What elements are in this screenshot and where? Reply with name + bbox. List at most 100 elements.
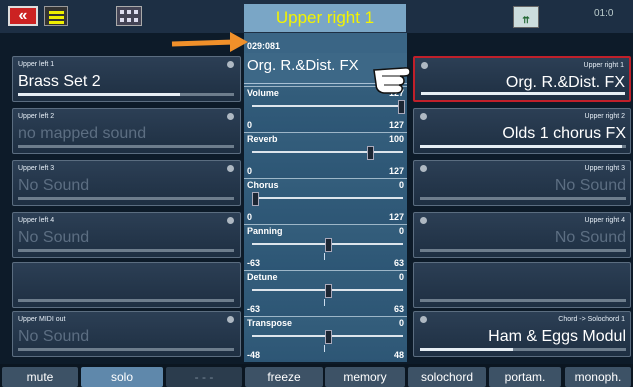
- slot-sound-name: no mapped sound: [18, 125, 147, 142]
- slider-label: Volume: [247, 88, 279, 98]
- slider-min: 0: [247, 120, 253, 130]
- slot-indicator-dot: [227, 61, 234, 68]
- slider-max: 127: [388, 212, 404, 222]
- slot-indicator-dot: [420, 113, 427, 120]
- slider-thumb[interactable]: [398, 100, 405, 114]
- slot-volume-bar: [421, 92, 625, 95]
- slider-center-tick: [324, 253, 325, 260]
- slider-value: 0: [398, 318, 404, 328]
- slot-label: Upper right 3: [584, 165, 625, 172]
- slot-volume-bar: [18, 249, 234, 252]
- slider-min: 0: [247, 212, 253, 222]
- slot-volume-bar: [18, 299, 234, 302]
- slider-max: 48: [393, 350, 404, 360]
- slot-sound-name: Brass Set 2: [18, 73, 101, 90]
- slider-label: Chorus: [247, 180, 279, 190]
- slider-track[interactable]: [252, 151, 403, 153]
- left-sound-slot[interactable]: Upper left 4 No Sound: [12, 212, 241, 258]
- slider-thumb[interactable]: [325, 330, 332, 344]
- slider-panning[interactable]: Panning 0 -63 63: [244, 224, 407, 270]
- slot-indicator-dot: [227, 165, 234, 172]
- blank-button[interactable]: - - -: [166, 367, 242, 387]
- slider-value: 0: [398, 226, 404, 236]
- slot-label: Upper left 2: [18, 113, 55, 120]
- slider-label: Reverb: [247, 134, 278, 144]
- button-mute[interactable]: mute: [2, 367, 78, 387]
- slot-label: Upper left 3: [18, 165, 55, 172]
- slot-volume-bar: [18, 348, 234, 351]
- button-portam[interactable]: portam.: [489, 367, 561, 387]
- right-sound-slot[interactable]: [413, 262, 631, 308]
- button-monoph[interactable]: monoph.: [565, 367, 631, 387]
- slider-thumb[interactable]: [366, 146, 374, 160]
- button-solo[interactable]: solo: [81, 367, 163, 387]
- slider-label: Panning: [247, 226, 283, 236]
- right-sound-slot[interactable]: Chord -> Solochord 1 Ham & Eggs Modul: [413, 311, 631, 357]
- left-sound-slot[interactable]: Upper MIDI out No Sound: [12, 311, 241, 357]
- slot-sound-name: No Sound: [18, 229, 90, 246]
- slider-max: 127: [388, 166, 404, 176]
- clock-text: 01:0: [594, 8, 614, 19]
- slot-volume-bar: [18, 93, 234, 96]
- left-sound-slot[interactable]: [12, 262, 241, 308]
- right-sound-slot[interactable]: Upper right 2 Olds 1 chorus FX: [413, 108, 631, 154]
- slider-reverb[interactable]: Reverb 100 0 127: [244, 132, 407, 178]
- slot-indicator-dot: [227, 113, 234, 120]
- slot-volume-bar: [420, 348, 626, 351]
- slider-label: Detune: [247, 272, 278, 282]
- slot-label: Upper right 2: [584, 113, 625, 120]
- slider-max: 63: [393, 258, 404, 268]
- slot-sound-name: No Sound: [18, 328, 90, 345]
- slot-volume-bar: [420, 197, 626, 200]
- slot-volume-bar: [18, 197, 234, 200]
- slider-min: 0: [247, 166, 253, 176]
- slot-label: Upper left 1: [18, 61, 55, 68]
- back-button[interactable]: «: [8, 6, 38, 26]
- slot-label: Chord -> Solochord 1: [558, 316, 625, 323]
- slot-volume-bar: [420, 299, 626, 302]
- slider-value: 0: [398, 272, 404, 282]
- slot-sound-name: Olds 1 chorus FX: [502, 125, 626, 142]
- slider-transpose[interactable]: Transpose 0 -48 48: [244, 316, 407, 362]
- slot-indicator-dot: [420, 217, 427, 224]
- button-solochord[interactable]: solochord: [408, 367, 486, 387]
- slot-sound-name: Ham & Eggs Modul: [488, 328, 626, 345]
- slot-sound-name: Org. R.&Dist. FX: [505, 74, 625, 91]
- left-sound-slot[interactable]: Upper left 1 Brass Set 2: [12, 56, 241, 102]
- slider-value: 0: [398, 180, 404, 190]
- slider-min: -63: [247, 258, 261, 268]
- registration-icon[interactable]: ⇈: [513, 6, 539, 28]
- grid-icon[interactable]: [116, 6, 142, 26]
- slider-max: 63: [393, 304, 404, 314]
- slot-indicator-dot: [420, 316, 427, 323]
- slot-label: Upper MIDI out: [18, 316, 66, 323]
- button-freeze[interactable]: freeze: [245, 367, 323, 387]
- slider-thumb[interactable]: [252, 192, 259, 206]
- slot-volume-bar: [420, 249, 626, 252]
- slot-indicator-dot: [227, 316, 234, 323]
- slider-track[interactable]: [252, 197, 403, 199]
- slider-min: -48: [247, 350, 261, 360]
- sound-name: Org. R.&Dist. FX: [247, 57, 359, 74]
- right-sound-slot[interactable]: Upper right 1 Org. R.&Dist. FX: [413, 56, 631, 102]
- slider-label: Transpose: [247, 318, 293, 328]
- slider-thumb[interactable]: [325, 238, 332, 252]
- right-sound-slot[interactable]: Upper right 4 No Sound: [413, 212, 631, 258]
- slider-detune[interactable]: Detune 0 -63 63: [244, 270, 407, 316]
- slot-label: Upper left 4: [18, 217, 55, 224]
- left-sound-slot[interactable]: Upper left 2 no mapped sound: [12, 108, 241, 154]
- left-sound-slot[interactable]: Upper left 3 No Sound: [12, 160, 241, 206]
- slider-max: 127: [388, 120, 404, 130]
- right-sound-slot[interactable]: Upper right 3 No Sound: [413, 160, 631, 206]
- rhythm-icon[interactable]: [44, 6, 68, 26]
- pointer-arrow-icon: [171, 32, 248, 52]
- slider-track[interactable]: [252, 105, 403, 107]
- slider-value: 100: [388, 134, 404, 144]
- slider-min: -63: [247, 304, 261, 314]
- slot-sound-name: No Sound: [554, 177, 626, 194]
- slot-label: Upper right 4: [584, 217, 625, 224]
- slot-sound-name: No Sound: [554, 229, 626, 246]
- slider-chorus[interactable]: Chorus 0 0 127: [244, 178, 407, 224]
- button-memory[interactable]: memory: [325, 367, 405, 387]
- slider-thumb[interactable]: [325, 284, 332, 298]
